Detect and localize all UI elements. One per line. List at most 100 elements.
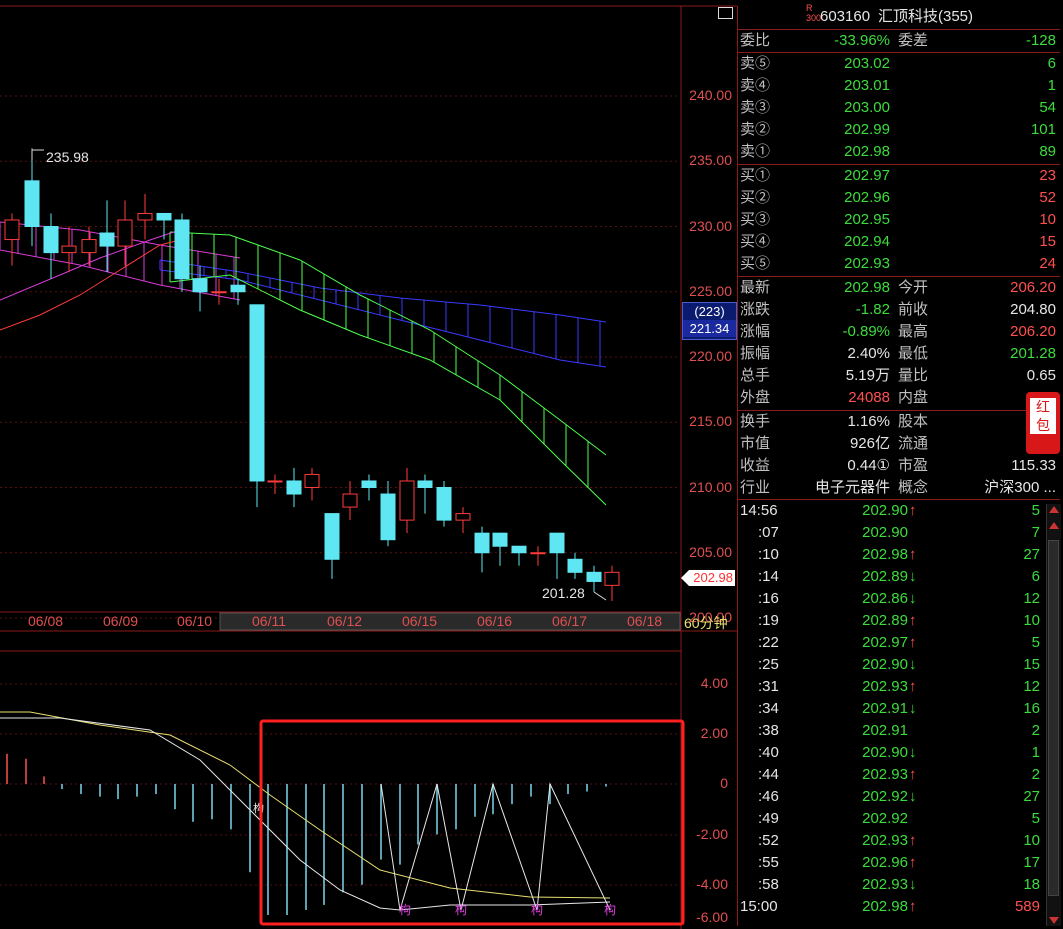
tick-row: :46 202.92 ↓ 27 (738, 786, 1060, 808)
tick-row: 15:00 202.98 ↑ 589 (738, 896, 1060, 918)
tick-time: :49 (758, 810, 779, 827)
candle-body (249, 304, 265, 482)
bid-price: 202.94 (844, 233, 890, 250)
tick-row: :10 202.98 ↑ 27 (738, 544, 1060, 566)
tick-volume: 10 (1023, 612, 1040, 629)
tick-time: 14:56 (740, 502, 778, 519)
stock-name: 汇顶科技(355) (878, 8, 974, 25)
quote-value: 206.20 (1010, 279, 1056, 296)
candle-body (417, 480, 433, 489)
hongbao-button[interactable]: 红 包 (1026, 392, 1060, 454)
structure-marker: 构 (455, 902, 467, 917)
tick-direction: ↑ (909, 678, 917, 695)
quote-label: 外盘 (740, 389, 771, 406)
ask-label: 卖① (740, 143, 771, 160)
candle-body (567, 558, 583, 573)
tick-volume: 5 (1031, 634, 1040, 651)
quote-value: 24088 (848, 389, 890, 406)
quote-value: 202.98 (844, 279, 890, 296)
quote-row: 最新 202.98 今开 206.20 (738, 277, 1060, 299)
tick-time: :19 (758, 612, 779, 629)
r-badge: R 300 (806, 3, 821, 23)
tick-price: 202.93 (862, 766, 908, 783)
tick-scrollbar[interactable] (1046, 504, 1061, 926)
quote-row: 涨幅 -0.89% 最高 206.20 (738, 321, 1060, 343)
quote-value: 5.19万 (845, 367, 890, 384)
cloud-bands (0, 221, 607, 506)
macd-tick-label: -4.00 (696, 876, 728, 892)
scroll-up-icon-2[interactable] (1049, 522, 1059, 529)
tick-row: :31 202.93 ↑ 12 (738, 676, 1060, 698)
tick-direction: ↑ (909, 546, 917, 563)
tick-price: 202.98 (862, 546, 908, 563)
tick-volume: 18 (1023, 876, 1040, 893)
quote-label: 振幅 (740, 345, 771, 362)
bid-label: 买⑤ (740, 255, 771, 272)
quote-label: 涨跌 (740, 301, 771, 318)
candle-body (604, 571, 620, 586)
current-price-value: 202.98 (693, 570, 733, 585)
ask-row: 卖⑤ 203.02 6 (738, 53, 1060, 75)
blue-band-top (159, 259, 607, 323)
tick-direction: ↓ (909, 876, 917, 893)
layout-toggle-icon[interactable] (718, 7, 733, 19)
ask-row: 卖④ 203.01 1 (738, 75, 1060, 97)
tick-price: 202.92 (862, 810, 908, 827)
price-tick-label: 210.00 (689, 478, 732, 495)
date-label: 06/12 (327, 613, 363, 629)
tick-volume: 15 (1023, 656, 1040, 673)
high-marker (31, 149, 44, 160)
candle-body (156, 212, 172, 221)
quote-value: 201.28 (1010, 345, 1056, 362)
low-marker (593, 591, 607, 601)
macd-tick-label: -6.00 (696, 909, 728, 925)
tick-time: :52 (758, 832, 779, 849)
quote-value: 204.80 (1010, 301, 1056, 318)
tick-time: :07 (758, 524, 779, 541)
bid-volume: 24 (1039, 255, 1056, 272)
scroll-up-icon[interactable] (1049, 506, 1059, 513)
period-label[interactable]: 60分钟 (684, 613, 728, 633)
date-label: 06/18 (627, 613, 663, 629)
ask-volume: 6 (1047, 55, 1056, 72)
tick-time: :14 (758, 568, 779, 585)
macd-tick-label: -2.00 (696, 826, 728, 842)
fund-label: 股本 (898, 413, 929, 430)
tick-price: 202.89 (862, 612, 908, 629)
tick-direction: ↑ (909, 502, 917, 519)
macd-tick-label: 4.00 (700, 675, 728, 691)
tick-direction: ↑ (909, 634, 917, 651)
tick-direction: ↑ (909, 898, 917, 915)
tick-price: 202.93 (862, 832, 908, 849)
scroll-thumb[interactable] (1048, 540, 1059, 896)
tick-time: :16 (758, 590, 779, 607)
tick-volume: 17 (1023, 854, 1040, 871)
date-label: 06/10 (177, 613, 213, 629)
tick-row: :55 202.96 ↑ 17 (738, 852, 1060, 874)
candle-body (511, 545, 527, 554)
candle-body (99, 232, 115, 247)
ask-price: 202.99 (844, 121, 890, 138)
price-grid (0, 95, 681, 619)
bid-volume: 10 (1039, 211, 1056, 228)
macd-dif-line (0, 717, 611, 911)
scroll-down-icon[interactable] (1049, 917, 1059, 924)
kline-chart[interactable]: 构构构构构 (0, 0, 737, 929)
bid-label: 买② (740, 189, 771, 206)
tick-time: :44 (758, 766, 779, 783)
low-price-label: 201.28 (542, 585, 585, 601)
ask-label: 卖⑤ (740, 55, 771, 72)
date-label: 06/08 (28, 613, 64, 629)
tick-time: :38 (758, 722, 779, 739)
candle-body (549, 532, 565, 554)
fund-label: 流通 (898, 435, 929, 452)
tick-volume: 2 (1031, 766, 1040, 783)
tick-price: 202.89 (862, 568, 908, 585)
date-label: 06/17 (552, 613, 588, 629)
quote-label: 今开 (898, 279, 929, 296)
candle-body (286, 480, 302, 495)
quote-label: 内盘 (898, 389, 929, 406)
tick-price: 202.93 (862, 876, 908, 893)
quote-label: 最高 (898, 323, 929, 340)
hongbao-char-2: 包 (1030, 416, 1056, 434)
